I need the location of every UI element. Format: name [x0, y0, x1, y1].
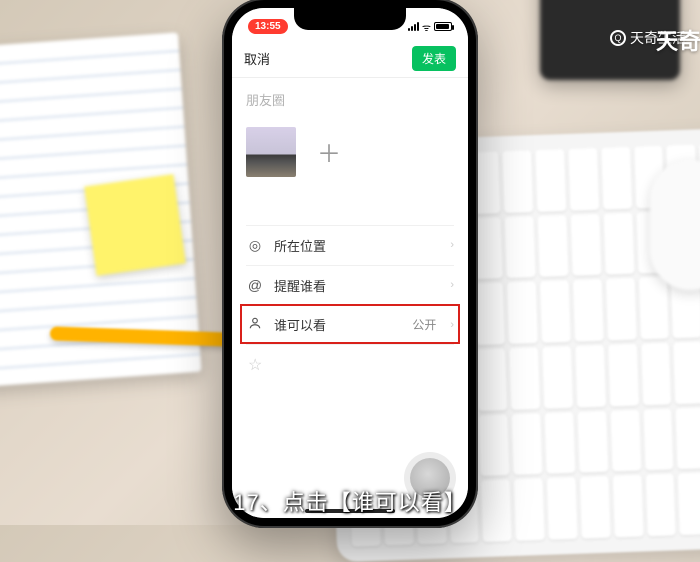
- option-location[interactable]: ◎ 所在位置 ›: [246, 225, 454, 265]
- plus-icon: ＋: [317, 134, 341, 169]
- cancel-button[interactable]: 取消: [244, 49, 270, 68]
- phone-screen: 13:55 ᯤ 取消 发表 朋友圈 ＋ ◎ 所在位置: [232, 8, 468, 518]
- option-visibility[interactable]: 谁可以看 公开 ›: [246, 305, 454, 345]
- add-media-button[interactable]: ＋: [304, 127, 354, 177]
- mention-icon: @: [246, 277, 264, 293]
- watermark-side: 天奇: [656, 24, 700, 56]
- location-icon: ◎: [246, 237, 264, 254]
- battery-icon: [434, 22, 452, 31]
- status-time: 13:55: [248, 19, 288, 34]
- chevron-right-icon: ›: [450, 279, 454, 291]
- option-label: 谁可以看: [274, 315, 402, 334]
- chevron-right-icon: ›: [450, 239, 454, 251]
- star-icon: ☆: [248, 355, 262, 375]
- option-list: ◎ 所在位置 › @ 提醒谁看 › 谁可以看 公开 ›: [246, 225, 454, 345]
- compose-content: 朋友圈 ＋ ◎ 所在位置 › @ 提醒谁看 ›: [232, 78, 468, 518]
- post-button[interactable]: 发表: [412, 46, 456, 71]
- desk-postit: [84, 174, 186, 276]
- phone-notch: [294, 8, 406, 30]
- option-label: 提醒谁看: [274, 276, 436, 295]
- nav-bar: 取消 发表: [232, 40, 468, 78]
- person-icon: [246, 316, 264, 333]
- signal-icon: [408, 22, 419, 31]
- option-label: 所在位置: [274, 236, 436, 255]
- favorite-row[interactable]: ☆: [246, 345, 454, 385]
- status-right: ᯤ: [408, 20, 452, 34]
- watermark-icon: Q: [610, 30, 626, 46]
- compose-textarea[interactable]: 朋友圈: [246, 90, 454, 109]
- option-value: 公开: [412, 316, 436, 333]
- wifi-icon: ᯤ: [422, 20, 431, 34]
- desk-mouse: [650, 160, 700, 290]
- phone-frame: 13:55 ᯤ 取消 发表 朋友圈 ＋ ◎ 所在位置: [222, 0, 478, 528]
- option-mention[interactable]: @ 提醒谁看 ›: [246, 265, 454, 305]
- chevron-right-icon: ›: [450, 319, 454, 331]
- media-thumbnail[interactable]: [246, 127, 296, 177]
- media-row: ＋: [246, 127, 454, 177]
- tutorial-caption: 17、点击【谁可以看】: [0, 485, 700, 517]
